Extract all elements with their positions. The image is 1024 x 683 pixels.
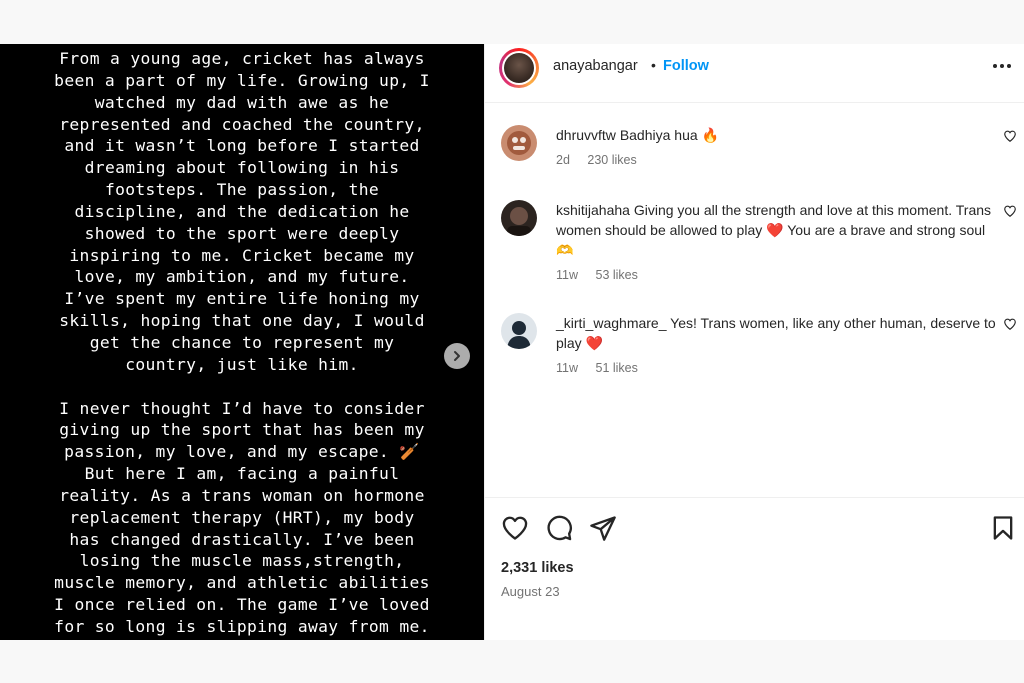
comment-age[interactable]: 2d: [556, 153, 570, 167]
post-side-panel: anayabangar • Follow dhruvvftw Badhiya h…: [484, 44, 1024, 640]
story-text: From a young age, cricket has always bee…: [0, 48, 484, 638]
comment-likes[interactable]: 53 likes: [596, 268, 638, 282]
paper-plane-icon[interactable]: [589, 514, 617, 542]
comment-icon[interactable]: [545, 514, 573, 542]
bookmark-icon[interactable]: [989, 514, 1017, 542]
likes-count[interactable]: 2,331 likes: [501, 560, 574, 576]
follow-button[interactable]: Follow: [663, 58, 709, 74]
comment-age[interactable]: 11w: [556, 361, 578, 375]
comment-like-icon[interactable]: [1003, 317, 1017, 331]
chevron-right-icon: [454, 351, 460, 361]
commenter-avatar[interactable]: [501, 125, 537, 161]
comment-age[interactable]: 11w: [556, 268, 578, 282]
commenter-username[interactable]: _kirti_waghmare_: [556, 315, 667, 331]
comment-like-icon[interactable]: [1003, 129, 1017, 143]
commenter-avatar[interactable]: [501, 200, 537, 236]
more-horizontal-icon[interactable]: [991, 58, 1013, 74]
commenter-avatar[interactable]: [501, 313, 537, 349]
story-paragraph-1: From a young age, cricket has always bee…: [54, 49, 430, 374]
next-media-button[interactable]: [444, 343, 470, 369]
post-media[interactable]: From a young age, cricket has always bee…: [0, 44, 484, 640]
post-date[interactable]: August 23: [501, 584, 560, 599]
comments-list: dhruvvftw Badhiya hua 🔥 2d 230 likes ksh…: [485, 103, 1024, 497]
heart-outline-icon[interactable]: [501, 514, 529, 542]
author-avatar[interactable]: [499, 48, 539, 88]
header-separator: •: [651, 57, 656, 73]
post-header: anayabangar • Follow: [485, 44, 1024, 103]
story-paragraph-2: I never thought I’d have to consider giv…: [54, 398, 430, 636]
commenter-username[interactable]: kshitijahaha: [556, 202, 630, 218]
instagram-post: From a young age, cricket has always bee…: [0, 44, 1024, 640]
comment-like-icon[interactable]: [1003, 204, 1017, 218]
commenter-username[interactable]: dhruvvftw: [556, 127, 616, 143]
post-actions: 2,331 likes August 23: [485, 497, 1024, 640]
comment-likes[interactable]: 230 likes: [587, 153, 636, 167]
comment-text: Badhiya hua 🔥: [619, 127, 719, 143]
comment-likes[interactable]: 51 likes: [596, 361, 638, 375]
author-username[interactable]: anayabangar: [553, 58, 638, 74]
